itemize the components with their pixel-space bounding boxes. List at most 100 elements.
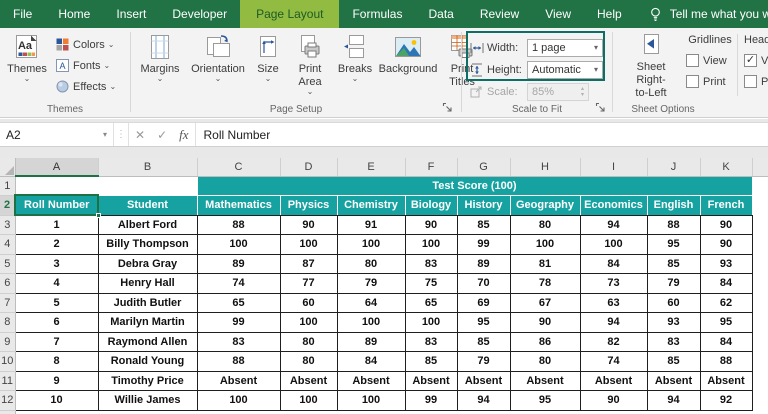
cell-J3[interactable]: 88 (647, 215, 700, 235)
cell-I9[interactable]: 82 (580, 332, 647, 352)
column-header-B[interactable]: B (98, 158, 197, 176)
row-header-1[interactable]: 1 (0, 176, 15, 196)
row-header-7[interactable]: 7 (0, 293, 15, 313)
cell-J11[interactable]: Absent (647, 371, 700, 391)
column-header-F[interactable]: F (405, 158, 457, 176)
cell-empty[interactable] (700, 410, 752, 414)
row-header-6[interactable]: 6 (0, 274, 15, 294)
cell-B11[interactable]: Timothy Price (98, 371, 197, 391)
cell-H4[interactable]: 100 (510, 235, 580, 255)
headings-view-checkbox[interactable] (744, 54, 757, 67)
cell-H12[interactable]: 95 (510, 391, 580, 411)
cell-F9[interactable]: 83 (405, 332, 457, 352)
cell-B1[interactable] (98, 176, 197, 196)
cell-E3[interactable]: 91 (337, 215, 405, 235)
headings-view-option[interactable]: V (744, 50, 768, 71)
cell-J7[interactable]: 60 (647, 293, 700, 313)
cell-I3[interactable]: 94 (580, 215, 647, 235)
cell-F2[interactable]: Biology (405, 196, 457, 216)
cell-E10[interactable]: 84 (337, 352, 405, 372)
cell-G2[interactable]: History (457, 196, 510, 216)
cell-H9[interactable]: 86 (510, 332, 580, 352)
background-button[interactable]: Background (378, 28, 438, 100)
column-header-I[interactable]: I (580, 158, 647, 176)
cell-F7[interactable]: 65 (405, 293, 457, 313)
cell-A7[interactable]: 5 (15, 293, 98, 313)
row-header-13[interactable]: 13 (0, 410, 15, 414)
cell-I11[interactable]: Absent (580, 371, 647, 391)
cell-E12[interactable]: 100 (337, 391, 405, 411)
cell-I6[interactable]: 73 (580, 274, 647, 294)
tab-page-layout[interactable]: Page Layout (240, 0, 339, 28)
cell-empty[interactable] (98, 410, 197, 414)
height-dropdown[interactable]: Automatic▾ (527, 61, 603, 79)
cell-I10[interactable]: 74 (580, 352, 647, 372)
tab-formulas[interactable]: Formulas (339, 0, 415, 28)
cell-empty[interactable] (580, 410, 647, 414)
cell-C12[interactable]: 100 (197, 391, 280, 411)
cell-C4[interactable]: 100 (197, 235, 280, 255)
cell-C10[interactable]: 88 (197, 352, 280, 372)
cell-K9[interactable]: 84 (700, 332, 752, 352)
cell-empty[interactable] (280, 410, 337, 414)
cell-G9[interactable]: 85 (457, 332, 510, 352)
sheet-right-to-left-button[interactable]: Sheet Right-to-Left (622, 28, 680, 100)
cell-D9[interactable]: 80 (280, 332, 337, 352)
select-all-corner[interactable] (0, 158, 15, 176)
cell-G3[interactable]: 85 (457, 215, 510, 235)
cell-D7[interactable]: 60 (280, 293, 337, 313)
cell-H5[interactable]: 81 (510, 254, 580, 274)
cell-B6[interactable]: Henry Hall (98, 274, 197, 294)
cell-G6[interactable]: 70 (457, 274, 510, 294)
cell-I2[interactable]: Economics (580, 196, 647, 216)
cell-A3[interactable]: 1 (15, 215, 98, 235)
cell-I5[interactable]: 84 (580, 254, 647, 274)
width-dropdown[interactable]: 1 page▾ (527, 39, 603, 57)
cell-J8[interactable]: 93 (647, 313, 700, 333)
cell-B7[interactable]: Judith Butler (98, 293, 197, 313)
cell-E5[interactable]: 80 (337, 254, 405, 274)
cell-empty[interactable] (15, 410, 98, 414)
cell-A12[interactable]: 10 (15, 391, 98, 411)
cell-empty[interactable] (510, 410, 580, 414)
cell-G10[interactable]: 79 (457, 352, 510, 372)
cell-C6[interactable]: 74 (197, 274, 280, 294)
cell-A5[interactable]: 3 (15, 254, 98, 274)
cell-H3[interactable]: 80 (510, 215, 580, 235)
cell-G8[interactable]: 95 (457, 313, 510, 333)
cell-A9[interactable]: 7 (15, 332, 98, 352)
cell-E6[interactable]: 79 (337, 274, 405, 294)
cell-H7[interactable]: 67 (510, 293, 580, 313)
cell-C5[interactable]: 89 (197, 254, 280, 274)
cell-D2[interactable]: Physics (280, 196, 337, 216)
cell-D8[interactable]: 100 (280, 313, 337, 333)
colors-button[interactable]: Colors⌄ (54, 34, 116, 55)
cell-F5[interactable]: 83 (405, 254, 457, 274)
orientation-button[interactable]: Orientation⌄ (188, 28, 248, 100)
insert-function-icon[interactable]: fx (179, 127, 188, 143)
gridlines-print-option[interactable]: Print (686, 71, 734, 92)
tell-me-box[interactable]: Tell me what you want to d (649, 0, 768, 28)
cell-G4[interactable]: 99 (457, 235, 510, 255)
cell-H10[interactable]: 80 (510, 352, 580, 372)
cell-D10[interactable]: 80 (280, 352, 337, 372)
cell-G11[interactable]: Absent (457, 371, 510, 391)
cell-A2[interactable]: Roll Number (15, 196, 98, 216)
cell-I4[interactable]: 100 (580, 235, 647, 255)
cell-empty[interactable] (647, 410, 700, 414)
cell-B10[interactable]: Ronald Young (98, 352, 197, 372)
cell-F10[interactable]: 85 (405, 352, 457, 372)
cell-B4[interactable]: Billy Thompson (98, 235, 197, 255)
tab-file[interactable]: File (0, 0, 45, 28)
margins-button[interactable]: Margins⌄ (134, 28, 186, 100)
column-header-H[interactable]: H (510, 158, 580, 176)
cell-J5[interactable]: 85 (647, 254, 700, 274)
print-area-button[interactable]: Print Area⌄ (288, 28, 332, 100)
cell-empty[interactable] (405, 410, 457, 414)
cell-J2[interactable]: English (647, 196, 700, 216)
cell-B2[interactable]: Student (98, 196, 197, 216)
cell-E2[interactable]: Chemistry (337, 196, 405, 216)
cell-G5[interactable]: 89 (457, 254, 510, 274)
cancel-entry-icon[interactable]: ✕ (135, 128, 145, 142)
cell-B8[interactable]: Marilyn Martin (98, 313, 197, 333)
